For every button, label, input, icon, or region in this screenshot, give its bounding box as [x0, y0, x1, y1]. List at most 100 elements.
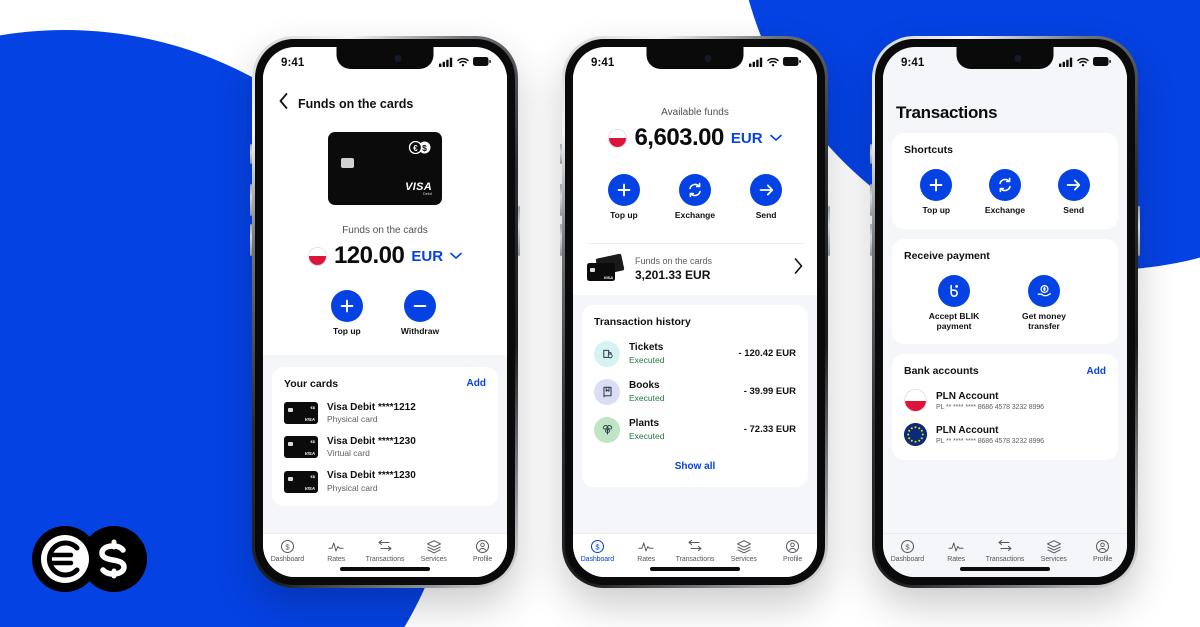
nav-item-rates[interactable]: Rates — [622, 539, 671, 563]
home-indicator — [340, 567, 430, 571]
card-type: Virtual card — [327, 448, 370, 459]
row-label: Funds on the cards — [635, 255, 713, 266]
nav-item-profile[interactable]: Profile — [768, 539, 817, 563]
visa-logo: VISA Debit — [405, 181, 432, 196]
minus-icon — [403, 290, 436, 322]
shortcut-send[interactable]: Send — [1057, 169, 1090, 216]
plus-icon — [607, 174, 640, 206]
action-top-up[interactable]: Top up — [607, 174, 640, 221]
nav-label: Profile — [1093, 556, 1113, 563]
nav-label: Transactions — [365, 556, 405, 563]
receive-label: Get money transfer — [1022, 310, 1066, 331]
phone-power-button[interactable] — [518, 206, 520, 256]
nav-item-dashboard[interactable]: $ Dashboard — [883, 539, 932, 563]
list-item[interactable]: PLN Account PL ** **** **** 8686 4578 32… — [904, 389, 1106, 413]
list-item[interactable]: €$ VISA Visa Debit ****1212 Physical card — [284, 402, 486, 425]
nav-item-services[interactable]: Services — [409, 539, 458, 563]
euro-dollar-coins-logo — [22, 523, 157, 595]
transaction-status: Executed — [629, 430, 665, 441]
panel-title: Bank accounts — [904, 365, 979, 378]
list-item[interactable]: €$ VISA Visa Debit ****1230 Virtual card — [284, 436, 486, 459]
transaction-status: Executed — [629, 354, 665, 365]
chevron-right-icon[interactable] — [794, 258, 803, 279]
balance-label: Funds on the cards — [342, 225, 428, 236]
transaction-name: Tickets — [629, 342, 664, 354]
exchange-arrows-icon — [988, 169, 1021, 201]
front-camera — [394, 55, 402, 62]
phone-volume-down-button[interactable] — [250, 224, 252, 256]
action-withdraw[interactable]: Withdraw — [401, 290, 439, 337]
exchange-arrows-icon — [679, 174, 711, 206]
table-row[interactable]: Plants Executed - 72.33 EUR — [594, 416, 796, 443]
chevron-down-icon[interactable] — [769, 129, 782, 147]
show-all-link[interactable]: Show all — [675, 461, 716, 472]
nav-item-services[interactable]: Services — [719, 539, 768, 563]
nav-item-profile[interactable]: Profile — [1078, 539, 1127, 563]
nav-label: Dashboard — [580, 556, 615, 563]
quick-actions: Top up Withdraw — [263, 290, 507, 337]
list-item[interactable]: €$ VISA Visa Debit ****1230 Physical card — [284, 470, 486, 493]
plant-icon — [594, 416, 620, 443]
list-item[interactable]: PLN Account PL ** **** **** 8686 4578 32… — [904, 423, 1106, 447]
chevron-left-icon[interactable] — [279, 93, 288, 114]
status-time: 9:41 — [901, 57, 925, 69]
receive-money-transfer[interactable]: Get money transfer — [1010, 274, 1078, 332]
nav-item-transactions[interactable]: Transactions — [671, 539, 720, 563]
nav-label: Profile — [473, 556, 493, 563]
phone-volume-down-button[interactable] — [870, 224, 872, 256]
svg-text:$: $ — [422, 143, 427, 153]
action-top-up[interactable]: Top up — [330, 290, 363, 337]
nav-item-transactions[interactable]: Transactions — [361, 539, 410, 563]
table-row[interactable]: Tickets Executed - 120.42 EUR — [594, 340, 796, 367]
phone-power-button[interactable] — [828, 206, 830, 256]
battery-icon — [783, 57, 801, 69]
add-account-link[interactable]: Add — [1087, 366, 1106, 377]
phone-volume-down-button[interactable] — [560, 224, 562, 256]
shortcut-exchange[interactable]: Exchange — [985, 169, 1025, 216]
receive-payment-panel: Receive payment Accept BLIK payment Get … — [892, 238, 1118, 345]
balance-currency[interactable]: EUR — [731, 130, 763, 147]
phone-volume-up-button[interactable] — [250, 184, 252, 216]
panel-title: Your cards — [284, 377, 339, 390]
card-name: Visa Debit ****1230 — [327, 435, 416, 447]
card-type: Physical card — [327, 482, 378, 493]
phone-mute-switch[interactable] — [250, 144, 252, 164]
nav-item-dashboard[interactable]: $ Dashboard — [573, 539, 622, 563]
plus-icon — [330, 290, 363, 322]
table-row[interactable]: Books Executed - 39.99 EUR — [594, 378, 796, 405]
nav-item-services[interactable]: Services — [1029, 539, 1078, 563]
history-section: Transaction history Tickets Executed - 1… — [573, 294, 817, 533]
phone-volume-up-button[interactable] — [560, 184, 562, 216]
phone-volume-up-button[interactable] — [870, 184, 872, 216]
phone-power-button[interactable] — [1138, 206, 1140, 256]
front-camera — [704, 55, 712, 62]
nav-label: Rates — [327, 556, 346, 563]
phone-mute-switch[interactable] — [870, 144, 872, 164]
receive-blik[interactable]: Accept BLIK payment — [920, 274, 988, 332]
add-card-link[interactable]: Add — [467, 378, 486, 389]
chevron-down-icon[interactable] — [450, 247, 462, 265]
chip-icon — [341, 158, 354, 168]
action-send[interactable]: Send — [750, 174, 783, 221]
funds-on-cards-row[interactable]: VISA Funds on the cards 3,201.33 EUR — [573, 244, 817, 295]
nav-item-dashboard[interactable]: $ Dashboard — [263, 539, 312, 563]
shortcut-label: Send — [1063, 205, 1085, 215]
transaction-status: Executed — [629, 392, 665, 403]
shortcut-top-up[interactable]: Top up — [920, 169, 953, 216]
battery-icon — [1093, 57, 1111, 69]
account-number: PL ** **** **** 8686 4578 3232 8996 — [936, 404, 1044, 412]
shortcuts-panel: Shortcuts Top up Exchange Send — [892, 133, 1118, 229]
nav-item-rates[interactable]: Rates — [312, 539, 361, 563]
nav-item-rates[interactable]: Rates — [932, 539, 981, 563]
wifi-icon — [767, 57, 779, 70]
action-exchange[interactable]: Exchange — [675, 174, 715, 221]
row-value: 3,201.33 EUR — [635, 267, 711, 282]
nav-item-profile[interactable]: Profile — [458, 539, 507, 563]
card-visual[interactable]: $ € VISA Debit — [263, 132, 507, 205]
nav-item-transactions[interactable]: Transactions — [981, 539, 1030, 563]
phone-mute-switch[interactable] — [560, 144, 562, 164]
eu-flag-icon — [904, 423, 927, 447]
cards-section: Your cards Add €$ VISA Visa Debit ****121… — [263, 354, 507, 533]
balance-currency[interactable]: EUR — [411, 248, 443, 265]
card-name: Visa Debit ****1212 — [327, 401, 416, 413]
